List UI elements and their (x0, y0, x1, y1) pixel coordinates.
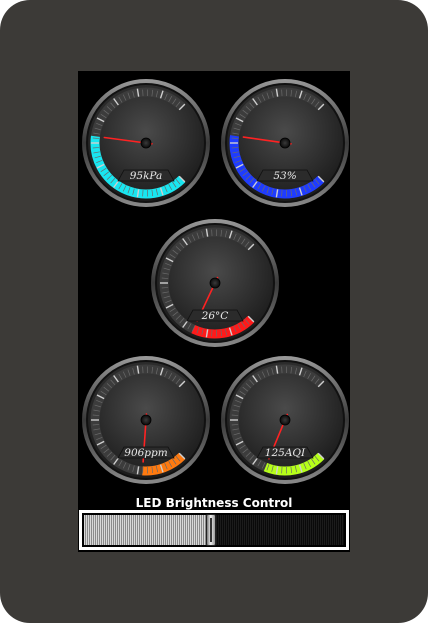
device-bezel: 95kPa 53% 26°C 906ppm 125AQI LED Brightn… (0, 0, 428, 623)
co2-gauge: 906ppm (80, 354, 212, 486)
co2-gauge-dial: 906ppm (82, 356, 210, 484)
slider-frame (82, 513, 346, 547)
humidity-gauge: 53% (219, 77, 350, 209)
slider-fill (84, 515, 211, 545)
gauge-hub (279, 137, 291, 149)
humidity-readout: 53% (273, 170, 296, 182)
aqi-readout: 125AQI (265, 447, 306, 459)
gauge-hub (209, 277, 221, 289)
gauge-hub (140, 414, 152, 426)
aqi-gauge-dial: 125AQI (221, 356, 349, 484)
pressure-gauge-dial: 95kPa (82, 79, 210, 207)
gauge-hub (140, 137, 152, 149)
display-screen: 95kPa 53% 26°C 906ppm 125AQI LED Brightn… (78, 71, 350, 552)
temperature-gauge-dial: 26°C (151, 219, 279, 347)
pressure-gauge: 95kPa (80, 77, 212, 209)
slider-title: LED Brightness Control (135, 496, 293, 510)
aqi-gauge: 125AQI (219, 354, 350, 486)
pressure-readout: 95kPa (130, 170, 163, 182)
humidity-gauge-dial: 53% (221, 79, 349, 207)
co2-readout: 906ppm (124, 447, 167, 459)
temperature-readout: 26°C (201, 310, 229, 322)
temperature-gauge: 26°C (149, 217, 281, 349)
slider-thumb[interactable] (206, 514, 216, 546)
gauge-hub (279, 414, 291, 426)
brightness-slider[interactable] (79, 510, 349, 550)
